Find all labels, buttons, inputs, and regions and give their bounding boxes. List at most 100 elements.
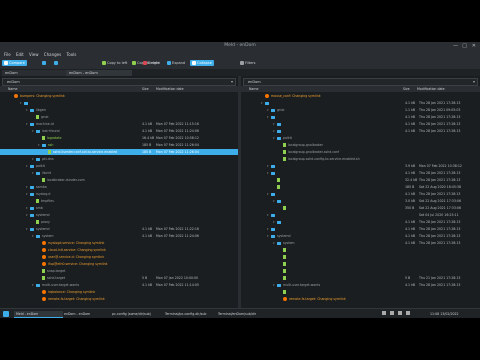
- tree-row[interactable]: ▾ lost+found 4.1 kB Mon 07 Feb 2022 11:24:0…: [0, 128, 238, 134]
- tree-row[interactable]: localgroup-gnolbroker-sshd.conf: [241, 149, 480, 155]
- tree-row[interactable]: ▾ grub 1.1 kB Thu 28 Jan 2021 09:05:03: [241, 107, 480, 113]
- col-size[interactable]: Size: [403, 86, 410, 92]
- expander-icon[interactable]: ▾: [273, 282, 276, 288]
- tree-row[interactable]: [241, 289, 480, 295]
- expander-icon[interactable]: ▾: [26, 191, 29, 197]
- tree-row[interactable]: remote-fs.target: Changing symlink: [241, 296, 480, 302]
- menu-tools[interactable]: Tools: [66, 52, 76, 57]
- chevron-down-icon[interactable]: ▾: [231, 79, 233, 85]
- expander-icon[interactable]: ▾: [273, 128, 276, 134]
- chevron-down-icon[interactable]: ▾: [473, 79, 475, 85]
- expander-icon[interactable]: ▾: [267, 226, 270, 232]
- expander-icon[interactable]: ▾: [20, 100, 23, 106]
- clock[interactable]: 11:08 13/02/2022: [430, 311, 459, 317]
- delete-button[interactable]: Delete: [141, 60, 162, 66]
- tree-row[interactable]: ▾ systemd 4.1 kB Thu 28 Jan 2021 17:28:13: [241, 233, 480, 239]
- tree-row[interactable]: user@.service.d: Changing symlink: [0, 254, 238, 260]
- expander-icon[interactable]: ▾: [32, 170, 35, 176]
- tree-row[interactable]: [241, 254, 480, 260]
- tree-row[interactable]: ▾: [0, 100, 238, 106]
- tree-row[interactable]: bumpers: Changing symlink: [0, 93, 238, 99]
- tree-row[interactable]: ▾ 4.1 kB Thu 28 Jan 2021 17:28:13: [241, 121, 480, 127]
- tree-row[interactable]: grub: [0, 114, 238, 120]
- expander-icon[interactable]: ▾: [32, 282, 35, 288]
- tree-row[interactable]: ▾ smb: [0, 205, 238, 211]
- tree-row[interactable]: cloud-init.service: Changing symlink: [0, 247, 238, 253]
- compare-button[interactable]: Compare: [2, 60, 27, 66]
- expander-icon[interactable]: ▾: [273, 240, 276, 246]
- tree-row[interactable]: ▾ libvirt: [0, 170, 238, 176]
- tree-row[interactable]: proxy: [0, 219, 238, 225]
- expander-icon[interactable]: ▾: [261, 100, 264, 106]
- tree-row[interactable]: ▾ samba: [0, 184, 238, 190]
- expander-icon[interactable]: ▾: [32, 233, 35, 239]
- expander-icon[interactable]: ▾: [26, 205, 29, 211]
- minimize-icon[interactable]: —: [453, 43, 458, 49]
- expand-button[interactable]: Expand: [165, 60, 187, 66]
- tree-row[interactable]: ▾ 4.1 kB Thu 28 Jan 2021 17:28:13: [241, 170, 480, 176]
- app-launcher-icon[interactable]: [3, 311, 9, 317]
- expander-icon[interactable]: ▾: [26, 121, 29, 127]
- expander-icon[interactable]: ▾: [267, 191, 270, 197]
- col-date[interactable]: Modification date: [156, 86, 184, 92]
- expander-icon[interactable]: ▾: [273, 121, 276, 127]
- network-icon[interactable]: [382, 311, 386, 315]
- expander-icon[interactable]: ▾: [267, 212, 270, 218]
- col-name[interactable]: Name: [8, 86, 17, 92]
- tree-row[interactable]: ▾ polkit: [241, 135, 480, 141]
- tree-row[interactable]: sshd-lisenter.conf.old.to.service.enable…: [0, 149, 238, 155]
- task-item[interactable]: pc-config (some/dir/sub): [110, 311, 164, 317]
- expander-icon[interactable]: ▾: [26, 163, 29, 169]
- task-item[interactable]: Terminal/enDom/sub/dir: [216, 311, 272, 317]
- menu-view[interactable]: View: [29, 52, 39, 57]
- tree-row[interactable]: ▾ Sat 04 Jul 2020 16:25:11: [241, 212, 480, 218]
- tree-row[interactable]: ▾ ssh 185 B Mon 07 Feb 2022 11:26:04: [0, 142, 238, 148]
- tray-icons[interactable]: [382, 311, 411, 317]
- down-button[interactable]: [52, 60, 61, 66]
- tree-row[interactable]: ▾ 4.1 kB Thu 28 Jan 2021 17:28:13: [241, 100, 480, 106]
- expander-icon[interactable]: ▾: [267, 114, 270, 120]
- expander-icon[interactable]: ▾: [267, 170, 270, 176]
- task-item[interactable]: Terminal/pc-config-dir/sub: [163, 311, 217, 317]
- col-size[interactable]: Size: [142, 86, 149, 92]
- tree-row[interactable]: mouse_conf: Changing symlink: [241, 93, 480, 99]
- tree-row[interactable]: ifup@eth0.service: Changing symlink: [0, 261, 238, 267]
- notifications-icon[interactable]: [406, 311, 411, 315]
- tree-row[interactable]: ▾ pki-dns: [0, 156, 238, 162]
- tree-row[interactable]: ▾ machine-id 4.1 kB Mon 07 Feb 2022 11:15:1…: [0, 121, 238, 127]
- expander-icon[interactable]: ▾: [26, 107, 29, 113]
- tree-row[interactable]: ▾ 3.9 kB Mon 07 Feb 2022 10:38:12: [241, 163, 480, 169]
- filters-button[interactable]: Filters: [238, 60, 258, 66]
- tree-row[interactable]: ▾ multi-user.target.wants 4.1 kB Thu 28 Jan…: [241, 282, 480, 288]
- expander-icon[interactable]: ▾: [26, 184, 29, 190]
- expander-icon[interactable]: ▾: [273, 219, 276, 225]
- expander-icon[interactable]: ▾: [26, 226, 29, 232]
- copy-left-button[interactable]: Copy to left: [100, 60, 129, 66]
- col-date[interactable]: Modification date: [417, 86, 445, 92]
- expander-icon[interactable]: ▾: [267, 163, 270, 169]
- up-button[interactable]: [40, 60, 49, 66]
- battery-icon[interactable]: [398, 311, 403, 315]
- close-icon[interactable]: ✕: [472, 43, 476, 49]
- tree-row[interactable]: ▾ 4.1 kB Thu 28 Jan 2021 17:28:13: [241, 114, 480, 120]
- collapse-button[interactable]: Collapse: [190, 60, 214, 66]
- expander-icon[interactable]: ▾: [273, 135, 276, 141]
- task-item[interactable]: Meld - enDom: [14, 311, 63, 318]
- tree-row[interactable]: ▾ systemd: [0, 212, 238, 218]
- tree-row[interactable]: 32.4 kB Thu 28 Jan 2021 17:28:13: [241, 177, 480, 183]
- volume-icon[interactable]: [390, 311, 395, 315]
- tree-row[interactable]: remote-fs.target: Changing symlink: [0, 296, 238, 302]
- tree-row[interactable]: rsyslogd.service: Changing symlink: [0, 240, 238, 246]
- left-path-field[interactable]: enDom ▾: [2, 78, 236, 86]
- col-name[interactable]: Name: [249, 86, 258, 92]
- tree-row[interactable]: ▾ system 4.1 kB Thu 28 Jan 2021 17:28:13: [241, 240, 480, 246]
- menu-edit[interactable]: Edit: [16, 52, 24, 57]
- expander-icon[interactable]: ▾: [32, 128, 35, 134]
- tree-row[interactable]: localbroker-dunder-com: [0, 177, 238, 183]
- tree-row[interactable]: logrotate 16.4 kB Mon 07 Feb 2022 10:58:12: [0, 135, 238, 141]
- tree-row[interactable]: snap.target: [0, 268, 238, 274]
- tree-row[interactable]: 350 B Sat 22 Aug 2021 17:33:06: [241, 205, 480, 211]
- tree-row[interactable]: 5 B Thu 21 Jan 2021 17:28:13: [241, 275, 480, 281]
- tree-row[interactable]: ▾ system 4.1 kB Mon 07 Feb 2022 11:24:06: [0, 233, 238, 239]
- expander-icon[interactable]: ▾: [273, 198, 276, 204]
